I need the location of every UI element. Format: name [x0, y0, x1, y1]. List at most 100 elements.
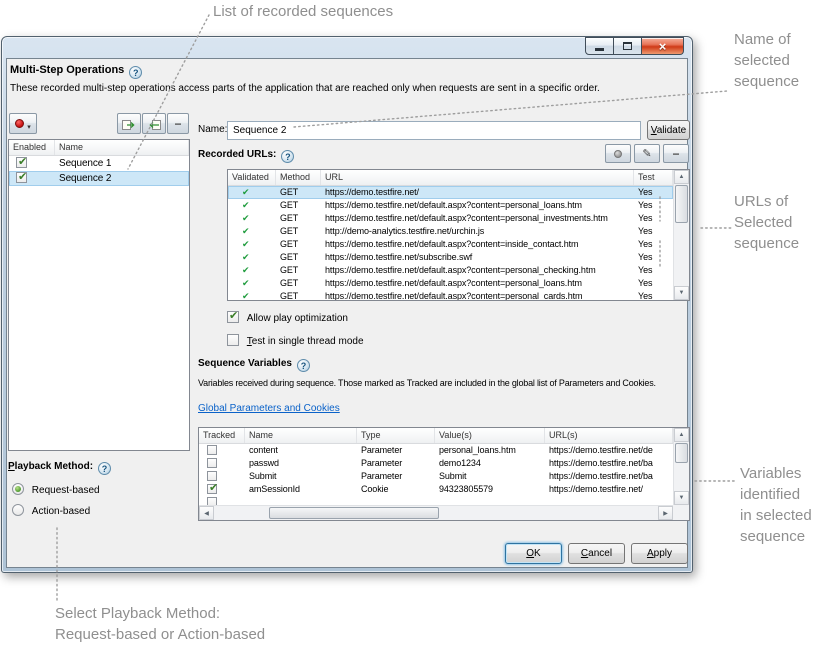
url-row[interactable]: ✔GEThttps://demo.testfire.net/default.as…	[228, 199, 673, 212]
scroll-up-icon[interactable]: ▲	[674, 170, 689, 184]
delete-sequence-button[interactable]: −	[167, 113, 189, 134]
url-row[interactable]: ✔GEThttps://demo.testfire.net/default.as…	[228, 277, 673, 290]
tracked-checkbox[interactable]	[207, 458, 217, 468]
apply-button[interactable]: Apply	[631, 543, 688, 564]
allow-play-optimization-option[interactable]: Allow play optimization	[227, 311, 348, 324]
sequence-enabled-checkbox[interactable]	[16, 172, 27, 183]
variable-row-partial[interactable]	[199, 496, 673, 505]
validate-button[interactable]: Validate	[647, 120, 690, 140]
variable-row[interactable]: contentParameterpersonal_loans.htmhttps:…	[199, 444, 673, 457]
url-row[interactable]: ✔GEThttps://demo.testfire.net/default.as…	[228, 290, 673, 300]
tracked-checkbox[interactable]	[207, 445, 217, 455]
validated-icon: ✔	[242, 213, 249, 223]
minus-icon: −	[174, 119, 181, 129]
radio-icon[interactable]	[12, 483, 24, 495]
column-urls[interactable]: URL(s)	[545, 428, 673, 443]
help-icon[interactable]: ?	[281, 150, 294, 163]
variable-row[interactable]: passwdParameterdemo1234https://demo.test…	[199, 457, 673, 470]
test-single-thread-checkbox[interactable]	[227, 334, 239, 346]
annotation-list-of-sequences: List of recorded sequences	[213, 1, 393, 22]
variables-hscrollbar[interactable]: ◀ ▶	[199, 505, 673, 520]
sequence-name-input[interactable]: Sequence 2	[227, 121, 641, 140]
validated-icon: ✔	[242, 291, 249, 300]
maximize-button[interactable]	[614, 37, 642, 55]
sequence-row-selected[interactable]: Sequence 2	[9, 171, 189, 186]
radio-label: Action-based	[32, 506, 90, 517]
cancel-button[interactable]: Cancel	[568, 543, 625, 564]
url-row[interactable]: ✔GEThttps://demo.testfire.net/default.as…	[228, 264, 673, 277]
import-sequence-button[interactable]	[142, 113, 166, 134]
scroll-right-icon[interactable]: ▶	[658, 506, 673, 520]
column-tracked[interactable]: Tracked	[199, 428, 245, 443]
column-enabled[interactable]: Enabled	[9, 140, 55, 155]
variables-table-rows: contentParameterpersonal_loans.htmhttps:…	[199, 444, 673, 505]
radio-request-based[interactable]: Request-based	[12, 483, 100, 496]
scroll-down-icon[interactable]: ▼	[674, 286, 689, 300]
column-name[interactable]: Name	[245, 428, 357, 443]
help-icon[interactable]: ?	[297, 359, 310, 372]
url-row[interactable]: ✔GEThttp://demo-analytics.testfire.net/u…	[228, 225, 673, 238]
record-url-button[interactable]	[605, 144, 631, 163]
variables-vscrollbar[interactable]: ▲ ▼	[673, 428, 689, 505]
column-validated[interactable]: Validated	[228, 170, 276, 185]
help-icon[interactable]: ?	[129, 66, 142, 79]
record-icon	[614, 150, 622, 158]
annotation-variables-identified: Variables identified in selected sequenc…	[740, 463, 812, 547]
allow-play-optimization-checkbox[interactable]	[227, 311, 239, 323]
close-button[interactable]: ×	[642, 37, 684, 55]
global-parameters-link[interactable]: Global Parameters and Cookies	[198, 403, 340, 414]
variable-row[interactable]: SubmitParameterSubmithttps://demo.testfi…	[199, 470, 673, 483]
column-url[interactable]: URL	[321, 170, 634, 185]
record-sequence-button[interactable]: ▾	[9, 113, 37, 134]
tracked-checkbox[interactable]	[207, 471, 217, 481]
export-icon	[122, 118, 136, 130]
radio-action-based[interactable]: Action-based	[12, 504, 90, 517]
scroll-up-icon[interactable]: ▲	[674, 428, 689, 442]
tracked-checkbox[interactable]	[207, 484, 217, 494]
column-type[interactable]: Type	[357, 428, 435, 443]
minus-icon: −	[672, 149, 679, 159]
scrollbar-thumb[interactable]	[269, 507, 439, 519]
url-row[interactable]: ✔GEThttps://demo.testfire.net/default.as…	[228, 212, 673, 225]
checkbox-label: Test in single thread mode	[247, 336, 364, 347]
validated-icon: ✔	[242, 252, 249, 262]
url-row[interactable]: ✔GEThttps://demo.testfire.net/default.as…	[228, 238, 673, 251]
url-row[interactable]: ✔GEThttps://demo.testfire.net/subscribe.…	[228, 251, 673, 264]
scroll-left-icon[interactable]: ◀	[199, 506, 214, 520]
delete-url-button[interactable]: −	[663, 144, 689, 163]
recorded-urls-table[interactable]: Validated Method URL Test ✔GEThttps://de…	[227, 169, 690, 301]
scrollbar-thumb[interactable]	[675, 185, 688, 223]
edit-url-button[interactable]: ✎	[634, 144, 660, 163]
column-method[interactable]: Method	[276, 170, 321, 185]
name-label: Name:	[198, 124, 227, 135]
validated-icon: ✔	[242, 226, 249, 236]
radio-label: Request-based	[32, 485, 100, 496]
sequence-variables-description: Variables received during sequence. Thos…	[198, 378, 656, 388]
variables-table[interactable]: Tracked Name Type Value(s) URL(s) conten…	[198, 427, 690, 521]
export-sequence-button[interactable]	[117, 113, 141, 134]
dialog-description: These recorded multi-step operations acc…	[10, 83, 600, 94]
validated-icon: ✔	[242, 200, 249, 210]
column-name[interactable]: Name	[55, 140, 189, 155]
urls-table-header: Validated Method URL Test	[228, 170, 689, 186]
ok-button[interactable]: OK	[505, 543, 562, 564]
scrollbar-thumb[interactable]	[675, 443, 688, 463]
sequence-name: Sequence 1	[55, 156, 189, 171]
minimize-button[interactable]	[585, 37, 614, 55]
sequence-row[interactable]: Sequence 1	[9, 156, 189, 171]
variable-row[interactable]: amSessionIdCookie94323805579https://demo…	[199, 483, 673, 496]
column-values[interactable]: Value(s)	[435, 428, 545, 443]
help-icon[interactable]: ?	[98, 462, 111, 475]
scroll-down-icon[interactable]: ▼	[674, 491, 689, 505]
recorded-urls-label: Recorded URLs:?	[198, 149, 294, 163]
test-single-thread-option[interactable]: Test in single thread mode	[227, 334, 364, 347]
tracked-checkbox[interactable]	[207, 497, 217, 505]
validated-icon: ✔	[242, 239, 249, 249]
sequence-enabled-checkbox[interactable]	[16, 157, 27, 168]
column-test[interactable]: Test	[634, 170, 673, 185]
urls-scrollbar[interactable]: ▲ ▼	[673, 170, 689, 300]
radio-icon[interactable]	[12, 504, 24, 516]
sequences-list[interactable]: Enabled Name Sequence 1 Sequence 2	[8, 139, 190, 451]
url-row[interactable]: ✔GEThttps://demo.testfire.net/Yes	[228, 186, 673, 199]
window-controls: ×	[585, 37, 684, 55]
